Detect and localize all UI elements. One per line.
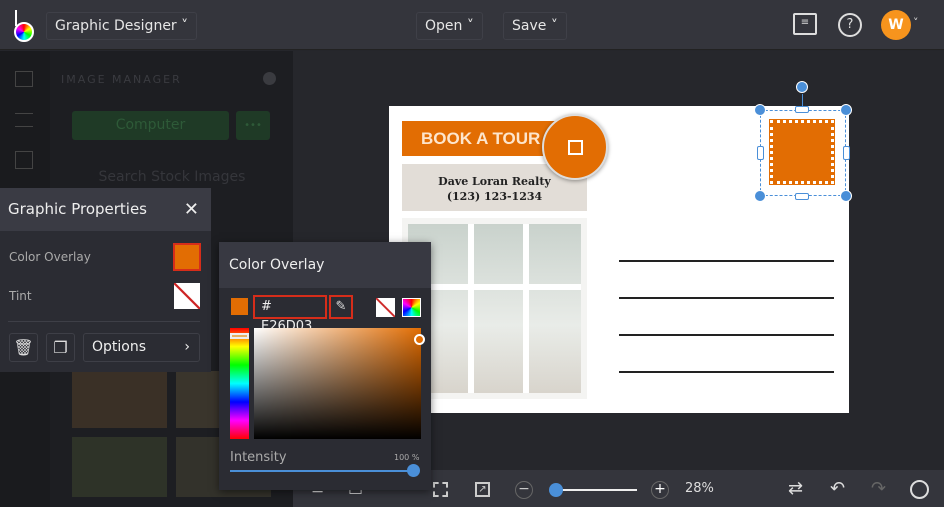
avatar-initial: W [888, 17, 904, 33]
help-icon[interactable] [263, 72, 276, 85]
color-overlay-swatch[interactable] [173, 243, 201, 271]
chevron-right-icon: › [184, 339, 190, 355]
no-color-button[interactable] [376, 298, 395, 317]
intensity-slider[interactable] [230, 470, 415, 472]
phone-number: (123) 123-1234 [446, 190, 543, 203]
saturation-picker-handle[interactable] [414, 334, 425, 345]
resize-handle-w[interactable] [757, 146, 764, 160]
open-button[interactable]: Open ˅ [416, 12, 483, 40]
computer-button[interactable]: Computer [72, 111, 229, 140]
zoom-slider-thumb[interactable] [549, 483, 563, 497]
app-menu-label: Graphic Designer [55, 18, 177, 34]
options-button[interactable]: Options › [83, 333, 200, 362]
color-overlay-label: Color Overlay [9, 250, 91, 264]
selection-box [760, 110, 846, 196]
options-label: Options [92, 339, 147, 355]
resize-handle-se[interactable] [840, 190, 852, 202]
save-button[interactable]: Save ˅ [503, 12, 567, 40]
tint-label: Tint [9, 289, 32, 303]
hue-slider[interactable] [230, 328, 249, 439]
zoom-in-button[interactable]: + [651, 481, 669, 499]
address-line [619, 371, 834, 373]
divider [8, 321, 200, 322]
saturation-picker[interactable] [254, 328, 421, 439]
feedback-icon[interactable]: ≡ [793, 13, 817, 35]
placeholder-circle[interactable] [542, 114, 608, 180]
history-icon[interactable] [910, 480, 929, 499]
undo-icon[interactable]: ↶ [830, 478, 845, 499]
address-line [619, 260, 834, 262]
zoom-slider[interactable] [555, 489, 637, 491]
expand-icon[interactable]: ↗ [475, 482, 490, 497]
duplicate-button[interactable]: ❐ [46, 333, 75, 362]
tint-swatch[interactable] [174, 283, 200, 309]
intensity-slider-thumb[interactable] [407, 464, 420, 477]
intensity-value: 100 % [394, 453, 420, 462]
color-overlay-popup: Color Overlay # E26D03 ✎ Intensity 100 % [219, 242, 431, 490]
resize-handle-nw[interactable] [754, 104, 766, 116]
graphic-properties-panel: Graphic Properties ✕ Color Overlay Tint … [0, 188, 211, 372]
open-label: Open [425, 18, 463, 34]
address-line [619, 297, 834, 299]
save-label: Save [512, 18, 547, 34]
zoom-out-button[interactable]: − [515, 481, 533, 499]
resize-handle-e[interactable] [843, 146, 850, 160]
swap-icon[interactable]: ⇄ [788, 478, 803, 499]
stock-image-thumb[interactable] [72, 437, 167, 497]
panel-title: Graphic Properties [8, 200, 147, 218]
intensity-label: Intensity [230, 450, 287, 465]
current-color-swatch [231, 298, 248, 315]
eyedropper-icon[interactable]: ✎ [329, 295, 353, 319]
resize-handle-n[interactable] [795, 106, 809, 113]
layout-icon[interactable] [15, 151, 33, 169]
chevron-down-icon[interactable]: ˅ [913, 16, 919, 29]
image-manager-title: IMAGE MANAGER [61, 73, 182, 86]
address-line [619, 334, 834, 336]
rotate-handle[interactable] [796, 81, 808, 93]
color-spectrum-button[interactable] [402, 298, 421, 317]
resize-handle-sw[interactable] [754, 190, 766, 202]
stock-image-thumb[interactable] [72, 371, 167, 428]
color-overlay-title: Color Overlay [219, 242, 431, 288]
avatar[interactable]: W [881, 10, 911, 40]
hex-input[interactable]: # E26D03 [253, 295, 327, 334]
zoom-level: 28% [685, 481, 714, 496]
more-button[interactable]: ••• [236, 111, 270, 140]
logo-icon [12, 10, 36, 42]
image-icon[interactable] [15, 71, 33, 87]
redo-icon[interactable]: ↷ [871, 478, 886, 499]
adjust-icon[interactable] [15, 113, 33, 127]
hash-symbol: # [261, 299, 272, 314]
app-menu-button[interactable]: Graphic Designer ˅ [46, 12, 198, 40]
resize-handle-ne[interactable] [840, 104, 852, 116]
delete-button[interactable]: 🗑 [9, 333, 38, 362]
close-icon[interactable]: ✕ [184, 188, 199, 231]
resize-handle-s[interactable] [795, 193, 809, 200]
top-bar: Graphic Designer ˅ Open ˅ Save ˅ ≡ ? W ˅ [0, 0, 944, 50]
graphic-properties-header: Graphic Properties ✕ [0, 188, 211, 231]
hue-slider-handle[interactable] [230, 333, 249, 339]
help-icon[interactable]: ? [838, 13, 862, 37]
fit-screen-icon[interactable] [433, 482, 448, 497]
